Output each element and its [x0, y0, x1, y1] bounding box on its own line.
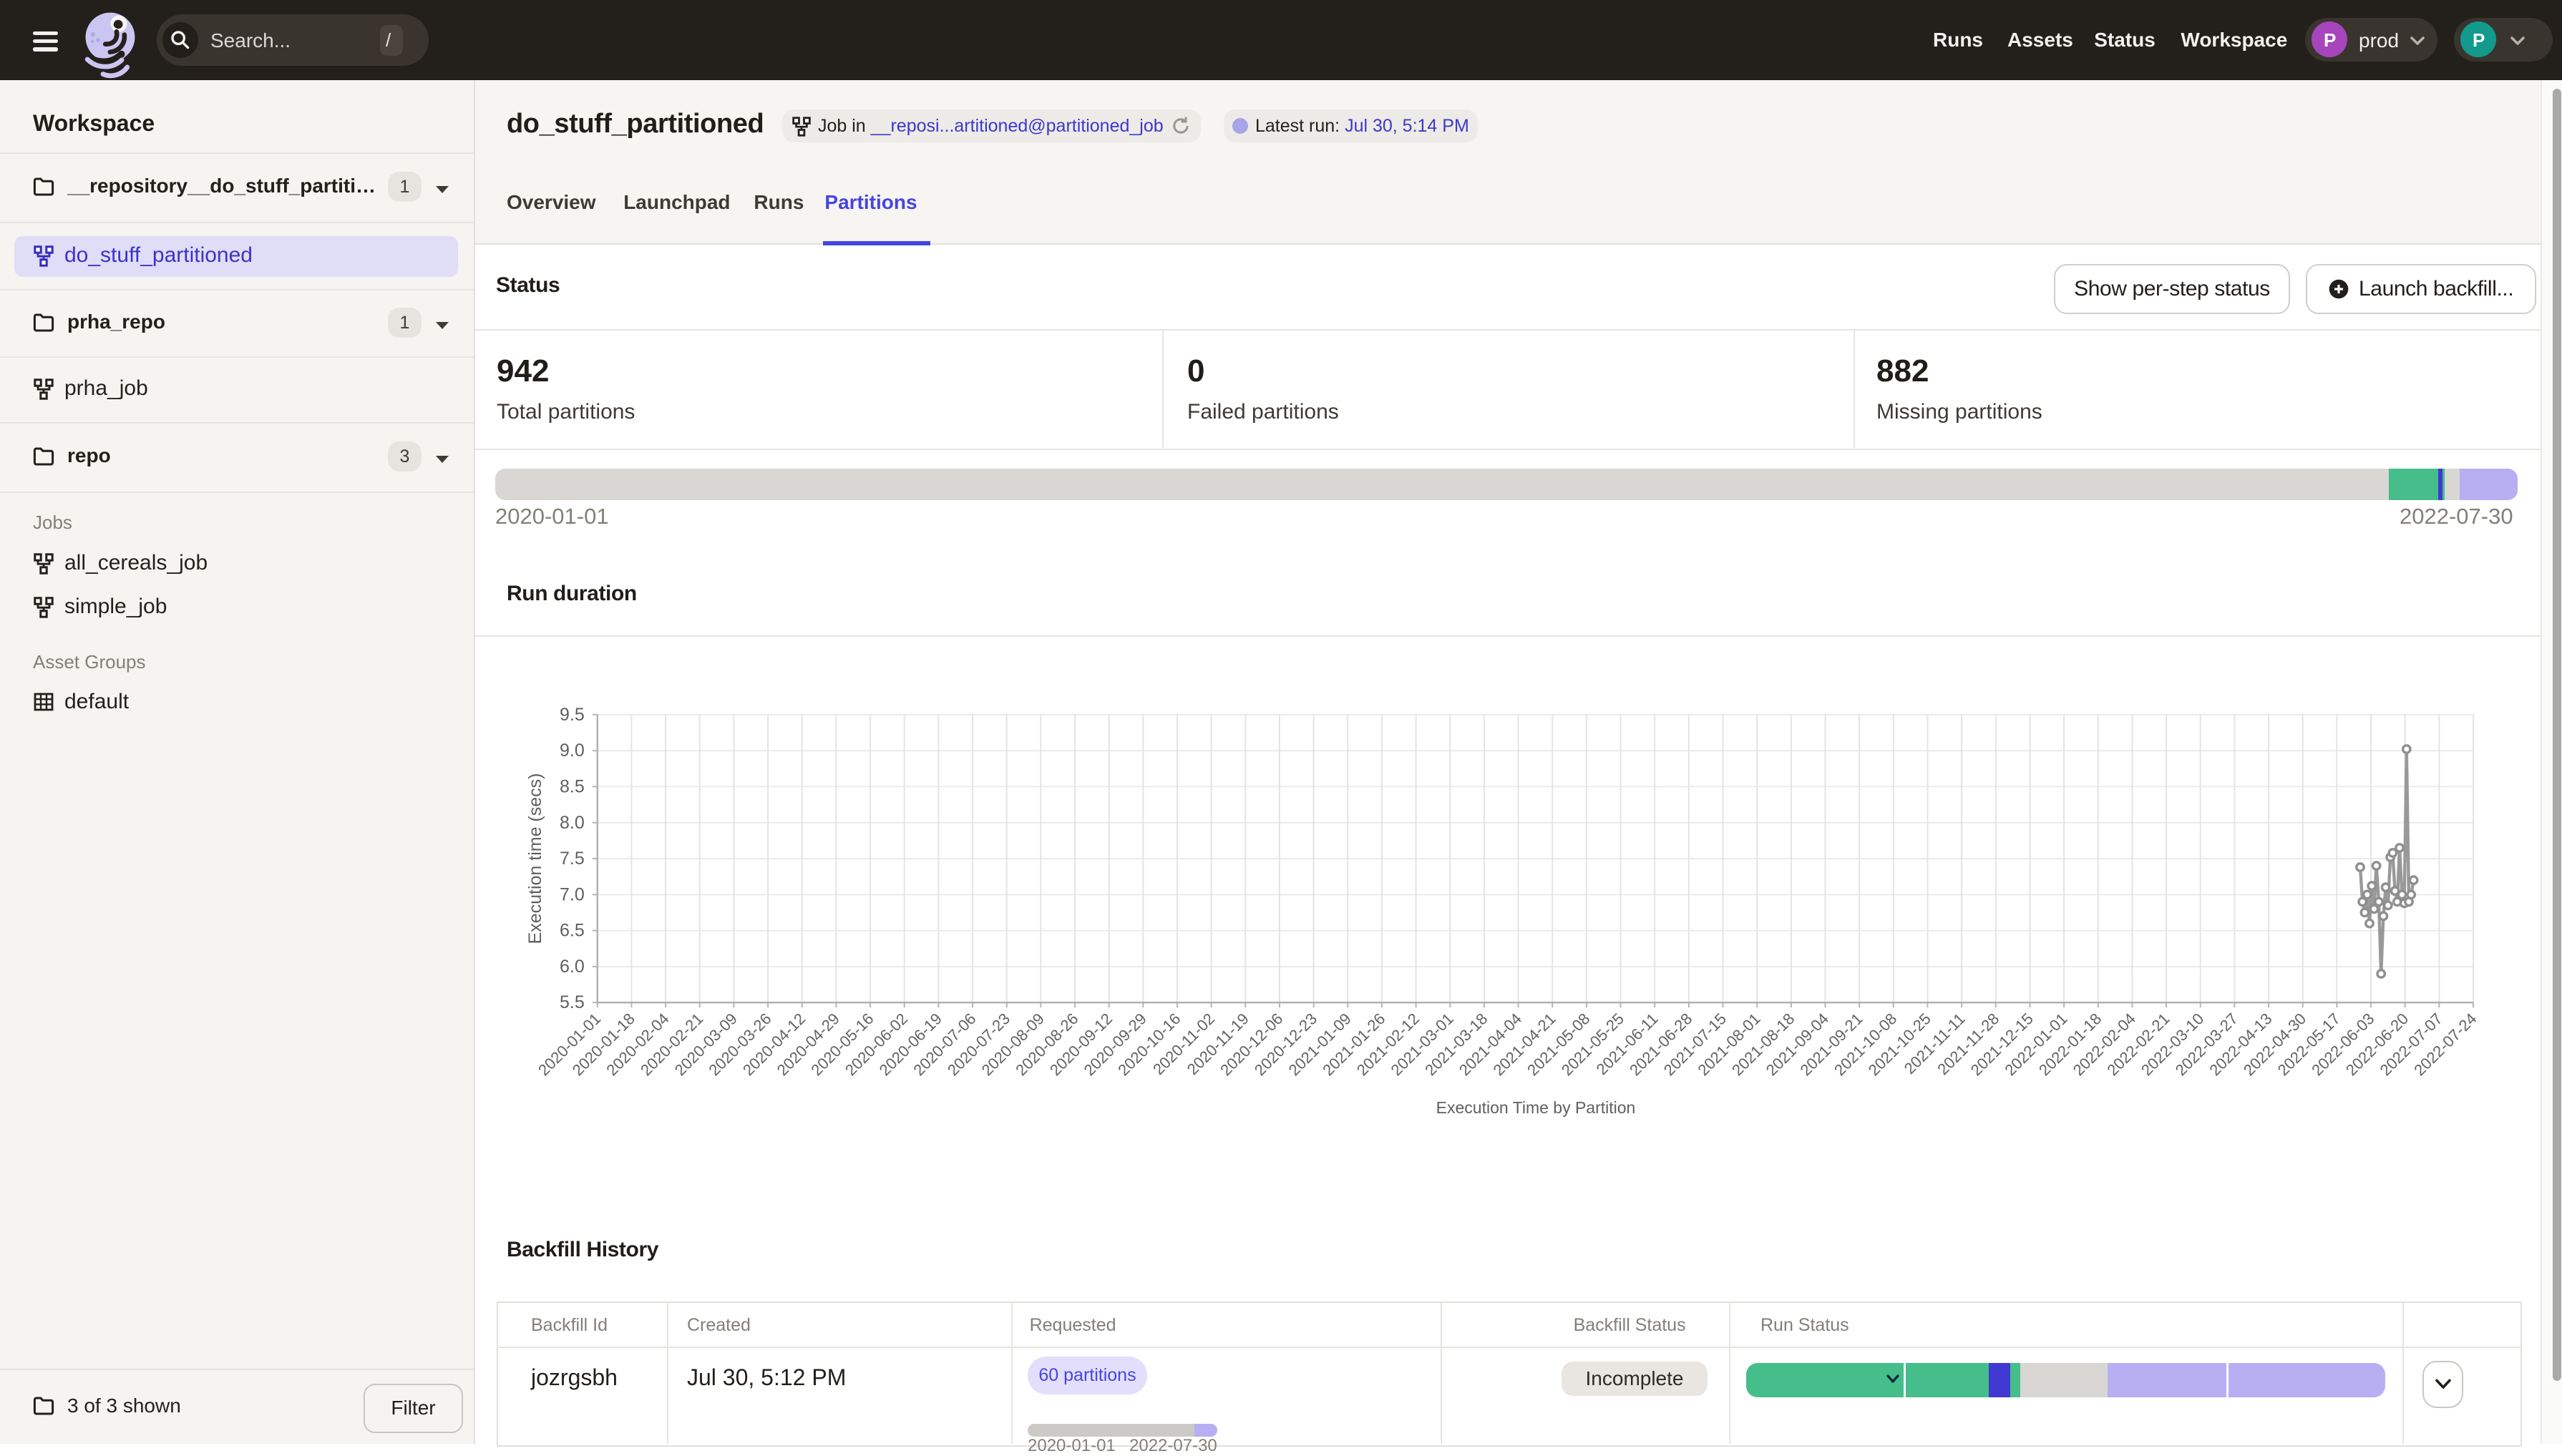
- svg-text:8.5: 8.5: [560, 776, 585, 796]
- svg-text:8.0: 8.0: [560, 813, 585, 833]
- svg-text:Execution Time by Partition: Execution Time by Partition: [1436, 1098, 1636, 1117]
- svg-text:5.5: 5.5: [560, 992, 585, 1012]
- svg-text:6.0: 6.0: [560, 957, 585, 977]
- svg-text:9.0: 9.0: [560, 741, 585, 761]
- svg-text:6.5: 6.5: [560, 921, 585, 941]
- svg-text:9.5: 9.5: [560, 705, 585, 725]
- svg-text:Execution time (secs): Execution time (secs): [525, 773, 545, 944]
- svg-text:7.0: 7.0: [560, 884, 585, 904]
- svg-text:7.5: 7.5: [560, 849, 585, 869]
